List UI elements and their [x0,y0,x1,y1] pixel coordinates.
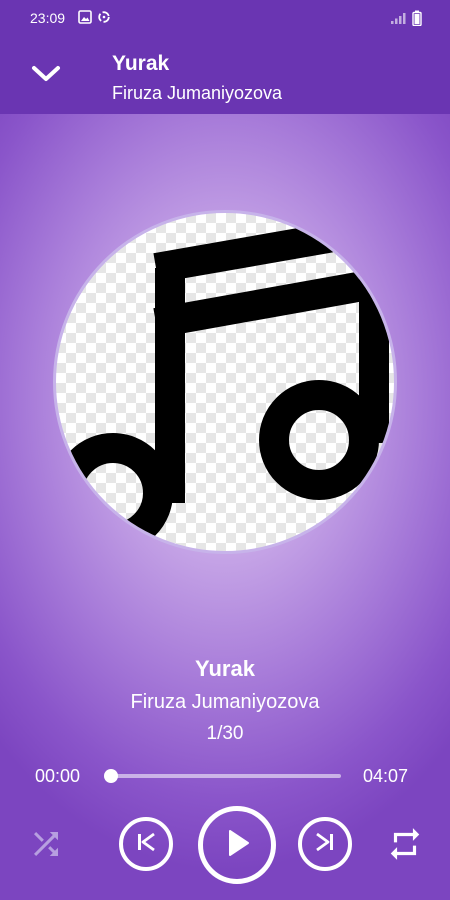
player-header: Yurak Firuza Jumaniyozova [0,36,450,114]
album-artwork [53,210,397,554]
play-button[interactable] [198,806,276,884]
sync-icon [97,10,111,29]
track-title: Yurak [195,656,255,681]
music-player-screen: 23:09 Yurak Firuza Jumaniyozova Yurak Fi… [0,0,450,900]
collapse-button[interactable] [22,56,70,96]
image-icon [78,10,92,29]
repeat-button[interactable] [385,826,425,866]
header-title: Yurak [112,52,170,75]
track-artist: Firuza Jumaniyozova [130,691,320,713]
header-artist: Firuza Jumaniyozova [112,83,283,103]
notification-icons [78,10,111,29]
repeat-icon [386,825,424,868]
elapsed-time: 00:00 [35,766,81,786]
shuffle-button[interactable] [26,826,66,866]
seek-bar[interactable] [104,769,341,783]
shuffle-icon [28,826,64,867]
track-position: 1/30 [206,723,244,744]
chevron-down-icon [31,64,61,89]
signal-icon [390,12,406,30]
next-button[interactable] [298,817,352,871]
battery-icon [412,10,422,31]
skip-next-icon [313,830,337,859]
skip-previous-icon [134,830,158,859]
system-icons [390,10,422,31]
status-time: 23:09 [30,10,66,26]
total-time: 04:07 [363,766,409,786]
status-bar: 23:09 [0,0,450,36]
play-icon [222,827,252,864]
seek-thumb[interactable] [104,769,118,783]
previous-button[interactable] [119,817,173,871]
